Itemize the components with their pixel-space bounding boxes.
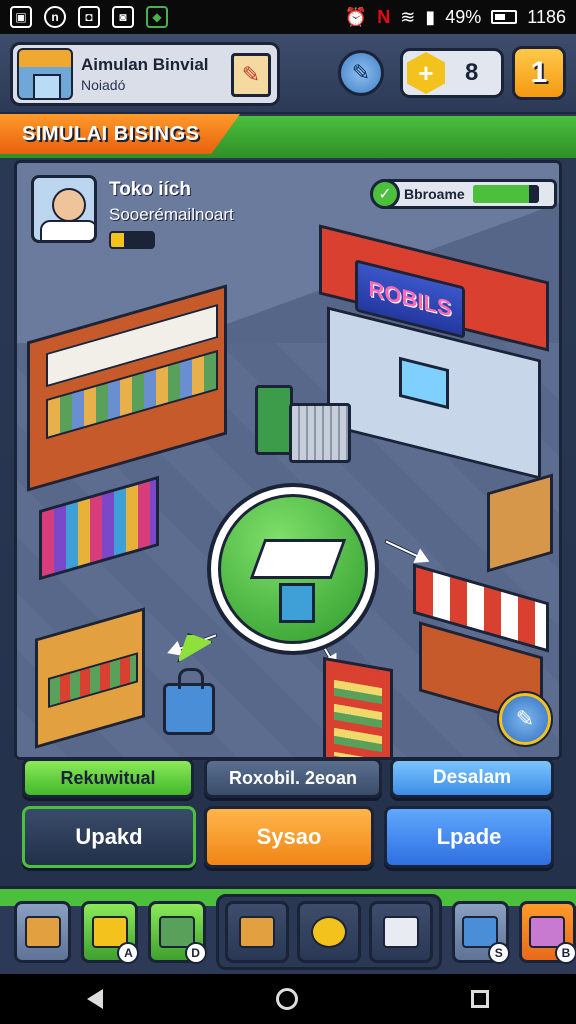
coin-stack-icon[interactable]: A [81,900,140,964]
update-button[interactable]: Lpade [384,806,554,868]
bottle-icon[interactable] [368,900,433,963]
game-title-banner: SIMULAI BISINGS [0,114,240,154]
central-hub-button[interactable] [207,483,379,655]
gift-icon[interactable]: B [518,900,576,964]
tray-badge: S [487,941,510,964]
check-icon: ✓ [370,179,400,209]
package-icon[interactable] [224,900,289,963]
upgrade-button[interactable]: Upakd [22,806,196,868]
box-glyph [24,915,61,948]
goal-label: Bbroame [404,186,465,202]
android-game-icon: ◆ [146,6,168,28]
system-button[interactable]: Sysao [204,806,374,868]
business-title: Aimulan Binvial [81,55,209,74]
n-app-icon: n [44,6,66,28]
phone-icon[interactable] [296,900,361,963]
gem-plus-icon[interactable]: + [407,52,445,94]
profile-name: Toko iích [109,179,191,200]
top-bar: Aimulan Binvial Noiadó ✎ ✎ + 8 1 [0,34,576,114]
business-subtitle: Noiadó [81,77,126,93]
goal-progress-fill [472,185,529,203]
profile-role: Sooerémailnoart [109,205,234,224]
cash-stack-icon[interactable]: D [148,900,207,964]
shopkeeper-avatar[interactable] [31,175,97,243]
battery-text: 49% [445,6,482,27]
tray-badge: A [117,941,140,964]
store-hub-icon [218,494,368,644]
battery-icon [491,10,518,24]
cash-register[interactable] [255,385,293,455]
phone-glyph [310,915,347,948]
netflix-icon: N [377,6,391,27]
clock: 1186 [527,6,566,27]
status-bar: ▣ n ◘ ◙ ◆ ⏰ N ≋ ▮ 49% 1186 [0,0,576,34]
signal-icon: ▮ [425,6,436,27]
goal-progress[interactable]: ✓ Bbroame [370,179,557,209]
action-button-1[interactable]: Rekuwitual [22,758,194,798]
profile-level-fill [111,233,124,247]
action-button-2[interactable]: Roxobil. 2eoan [204,758,382,798]
tray-group [215,893,442,970]
gem-counter[interactable]: + 8 [400,48,504,98]
alarm-icon: ⏰ [344,6,368,27]
store-playfield[interactable]: Toko iích Sooerémailnoart ✓ Bbroame ROBI… [14,160,562,760]
tray-badge: B [555,941,576,964]
profile-level-bar [109,231,155,249]
action-button-3[interactable]: Desalam [390,758,554,798]
briefcase-icon: ◘ [78,6,100,28]
shopping-cart-icon[interactable] [289,403,351,463]
messenger-icon: ◙ [112,6,134,28]
gallery-icon: ▣ [10,6,32,28]
system-nav-bar [0,974,576,1024]
level-badge[interactable]: 1 [512,46,566,100]
business-logo-card[interactable]: Aimulan Binvial Noiadó ✎ [10,42,280,106]
item-tray: A D S B [0,886,576,974]
home-icon[interactable] [275,988,298,1010]
wifi-icon: ≋ [400,6,416,27]
shop-logo-icon [17,48,73,100]
tray-badge: D [184,941,207,964]
player-profile[interactable]: Toko iích Sooerémailnoart [31,175,291,255]
shop-stall[interactable]: ROBILS [319,223,549,480]
fabric-stack-icon[interactable]: S [451,900,510,964]
back-icon[interactable] [86,989,103,1009]
gem-count: 8 [465,59,479,86]
edit-layout-button[interactable]: ✎ [497,691,553,747]
snack-rack[interactable] [323,656,393,757]
package-glyph [238,915,275,948]
goal-progress-bar [472,185,539,203]
shopping-bag-icon[interactable] [163,668,215,735]
edit-button[interactable]: ✎ [338,50,384,96]
recents-icon[interactable] [471,990,490,1008]
certificate-icon[interactable]: ✎ [231,53,271,97]
box-icon[interactable] [14,900,72,963]
game-screen: Aimulan Binvial Noiadó ✎ ✎ + 8 1 SIMULAI… [0,34,576,974]
bottle-glyph [382,915,419,948]
